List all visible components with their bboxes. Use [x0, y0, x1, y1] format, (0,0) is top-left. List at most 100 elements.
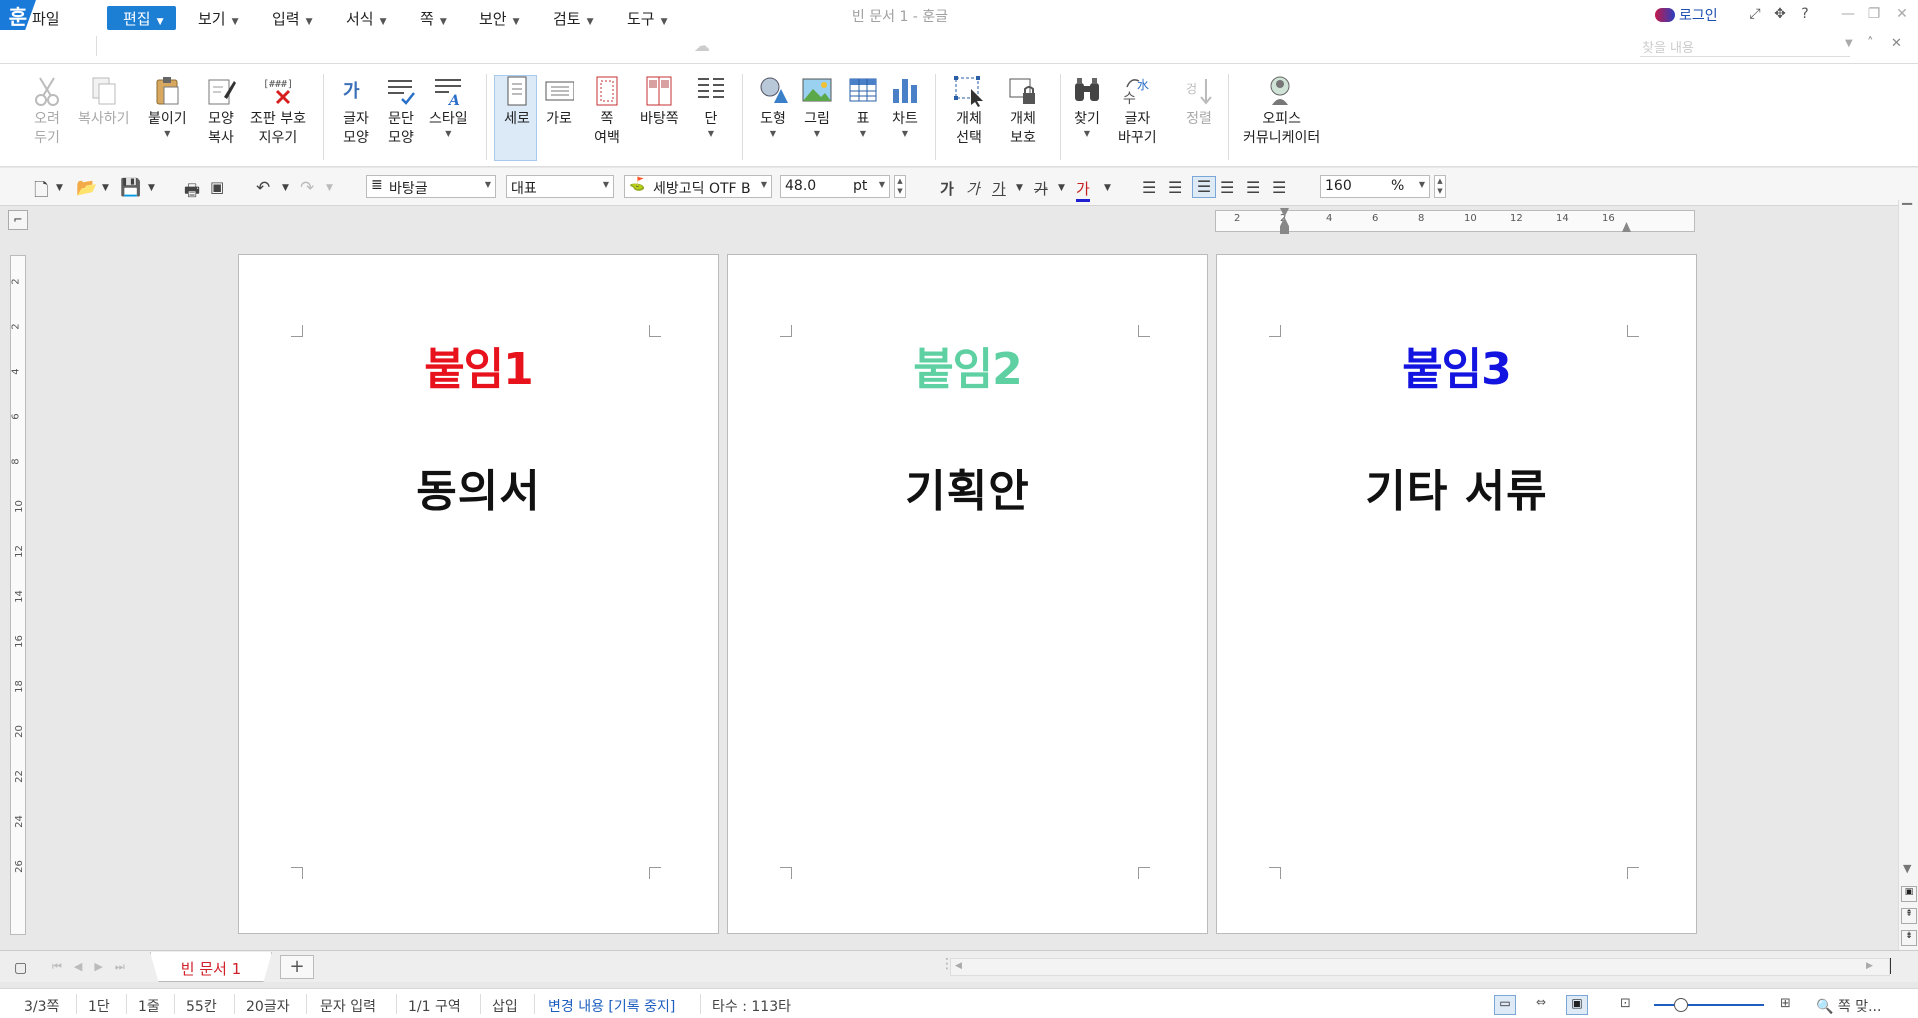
font-select[interactable]: ⛳ 세방고딕 OTF B ▼	[624, 175, 772, 198]
zoom-stepper[interactable]: ▲ ▼	[1434, 175, 1446, 198]
align-left-icon[interactable]: ☰	[1168, 178, 1182, 197]
menu-format[interactable]: 서식 ▼	[338, 6, 395, 30]
landscape-button[interactable]: 가로	[542, 74, 576, 129]
menu-input[interactable]: 입력 ▼	[264, 6, 321, 30]
redo-icon[interactable]: ↷	[300, 178, 314, 198]
office-communicator-button[interactable]: 오피스 커뮤니케이터	[1243, 74, 1320, 148]
chevron-down-icon[interactable]: ▼	[1845, 38, 1853, 49]
object-select-button[interactable]: 개체 선택	[952, 74, 986, 148]
align-justify-icon[interactable]: ☰	[1142, 178, 1156, 197]
page-view-icon[interactable]: ▣	[1566, 995, 1588, 1015]
menu-file[interactable]: 파일	[24, 6, 68, 30]
align-center-icon[interactable]: ☰	[1192, 176, 1216, 198]
format-copy-button[interactable]: 모양 복사	[204, 74, 238, 148]
tab-nav-icons[interactable]: ⏮◀▶⏭	[52, 960, 137, 974]
style-button[interactable]: A 스타일 ▼	[429, 74, 468, 139]
document-page[interactable]: 붙임3 기타 서류	[1216, 254, 1697, 934]
undo-icon[interactable]: ↶	[256, 178, 270, 198]
menu-tools[interactable]: 도구 ▼	[619, 6, 676, 30]
fit-page-button[interactable]: 🔍 쪽 맞...	[1816, 996, 1881, 1016]
search-input[interactable]: 찾을 내용	[1640, 37, 1850, 57]
paste-button[interactable]: 붙이기 ▼	[148, 74, 187, 139]
column-button[interactable]: 단 ▼	[694, 74, 728, 139]
chevron-down-icon[interactable]: ▼	[148, 183, 155, 193]
vertical-scrollbar[interactable]	[1898, 200, 1918, 950]
strikethrough-icon[interactable]: 가	[1034, 178, 1048, 199]
scroll-left-icon[interactable]: ◀	[955, 961, 962, 971]
zoom-slider-thumb[interactable]	[1674, 998, 1688, 1012]
status-input-mode[interactable]: 문자 입력	[320, 996, 376, 1016]
minimize-icon[interactable]: —	[1838, 6, 1858, 22]
full-width-view-icon[interactable]: ⇔	[1530, 995, 1552, 1015]
picture-button[interactable]: 그림 ▼	[800, 74, 834, 139]
chevron-down-icon[interactable]: ▼	[1058, 183, 1065, 193]
normal-view-icon[interactable]: ▭	[1494, 995, 1516, 1015]
align-distribute-icon[interactable]: ☰	[1246, 178, 1260, 197]
underline-icon[interactable]: 가	[992, 178, 1006, 199]
scroll-right-icon[interactable]: ▶	[1866, 961, 1873, 971]
help-icon[interactable]: ?	[1795, 6, 1815, 22]
replace-button[interactable]: 수水 글자 바꾸기	[1118, 74, 1157, 148]
font-size-stepper[interactable]: ▲ ▼	[894, 175, 906, 198]
align-divide-icon[interactable]: ☰	[1272, 178, 1286, 197]
next-page-icon[interactable]: ⇟	[1901, 930, 1917, 946]
background-page-button[interactable]: 바탕쪽	[640, 74, 679, 129]
status-track-changes[interactable]: 변경 내용 [기록 중지]	[548, 996, 675, 1016]
new-doc-icon[interactable]: 🗋	[34, 178, 48, 208]
cloud-icon[interactable]: ☁	[694, 36, 710, 55]
print-icon[interactable]: 🖶	[184, 178, 200, 207]
open-folder-icon[interactable]: 📂	[76, 178, 97, 198]
para-shape-button[interactable]: 문단 모양	[384, 74, 418, 148]
font-color-icon[interactable]: 가	[1076, 178, 1090, 202]
chevron-down-icon[interactable]: ▼	[326, 183, 333, 193]
page-view-icon[interactable]: ▣	[1901, 886, 1917, 902]
tab-document[interactable]: 빈 문서 1	[150, 952, 272, 982]
menu-view[interactable]: 보기 ▼	[190, 6, 247, 30]
shape-button[interactable]: 도형 ▼	[756, 74, 790, 139]
chevron-up-icon[interactable]: ˄	[1867, 36, 1874, 51]
chevron-down-icon[interactable]: ▼	[1016, 183, 1023, 193]
language-select[interactable]: 대표 ▼	[506, 175, 614, 198]
find-button[interactable]: 찾기 ▼	[1070, 74, 1104, 139]
table-button[interactable]: 표 ▼	[846, 74, 880, 139]
sort-button[interactable]: 겅 정렬	[1182, 74, 1216, 129]
restore-icon[interactable]: ❐	[1864, 6, 1884, 22]
close-icon[interactable]: ✕	[1892, 6, 1912, 22]
vertical-ruler[interactable]: 2 2 4 6 8 10 12 14 16 18 20 22 24 26	[10, 255, 26, 935]
prev-page-icon[interactable]: ⇞	[1901, 908, 1917, 924]
document-page[interactable]: 붙임2 기획안	[727, 254, 1208, 934]
horizontal-scrollbar[interactable]	[950, 958, 1890, 976]
chevron-down-icon[interactable]: ▼	[102, 183, 109, 193]
italic-icon[interactable]: 가	[966, 178, 980, 199]
menu-review[interactable]: 검토 ▼	[545, 6, 602, 30]
memo-icon[interactable]: ▢	[14, 960, 27, 976]
portrait-button[interactable]: 세로	[500, 74, 534, 129]
close-icon[interactable]: ✕	[1891, 36, 1902, 51]
move-icon[interactable]: ✥	[1770, 6, 1790, 22]
menu-page[interactable]: 쪽 ▼	[412, 6, 455, 30]
zoom-slider[interactable]	[1654, 1004, 1764, 1006]
align-right-icon[interactable]: ☰	[1220, 178, 1234, 197]
menu-edit[interactable]: 편집 ▼	[107, 6, 176, 30]
font-size-input[interactable]: 48.0 pt ▼	[780, 175, 890, 198]
chart-button[interactable]: 차트 ▼	[888, 74, 922, 139]
margin-button[interactable]: 쪽 여백	[590, 74, 624, 148]
menu-security[interactable]: 보안 ▼	[471, 6, 528, 30]
style-select[interactable]: ≣ 바탕글 ▼	[366, 175, 496, 198]
document-page[interactable]: 붙임1 동의서	[238, 254, 719, 934]
char-shape-button[interactable]: 가 글자 모양	[339, 74, 373, 148]
chevron-down-icon[interactable]: ▼	[282, 183, 289, 193]
bold-icon[interactable]: 가	[940, 178, 954, 199]
zoom-out-icon[interactable]: ⊡	[1620, 996, 1631, 1011]
splitter-bar[interactable]	[1890, 958, 1891, 974]
print-preview-icon[interactable]: ▣	[210, 178, 224, 196]
clear-marks-button[interactable]: [###] 조판 부호 지우기	[250, 74, 306, 148]
scroll-top-icon[interactable]: ▔	[1902, 204, 1912, 219]
chevron-down-icon[interactable]: ▼	[1104, 183, 1111, 193]
object-protect-button[interactable]: 개체 보호	[1006, 74, 1040, 148]
chevron-down-icon[interactable]: ▼	[56, 183, 63, 193]
login-button[interactable]: 로그인	[1655, 5, 1718, 25]
ruler-toggle-icon[interactable]: ⌐	[8, 210, 28, 230]
status-insert[interactable]: 삽입	[492, 996, 518, 1016]
status-page[interactable]: 3/3쪽	[24, 996, 59, 1016]
